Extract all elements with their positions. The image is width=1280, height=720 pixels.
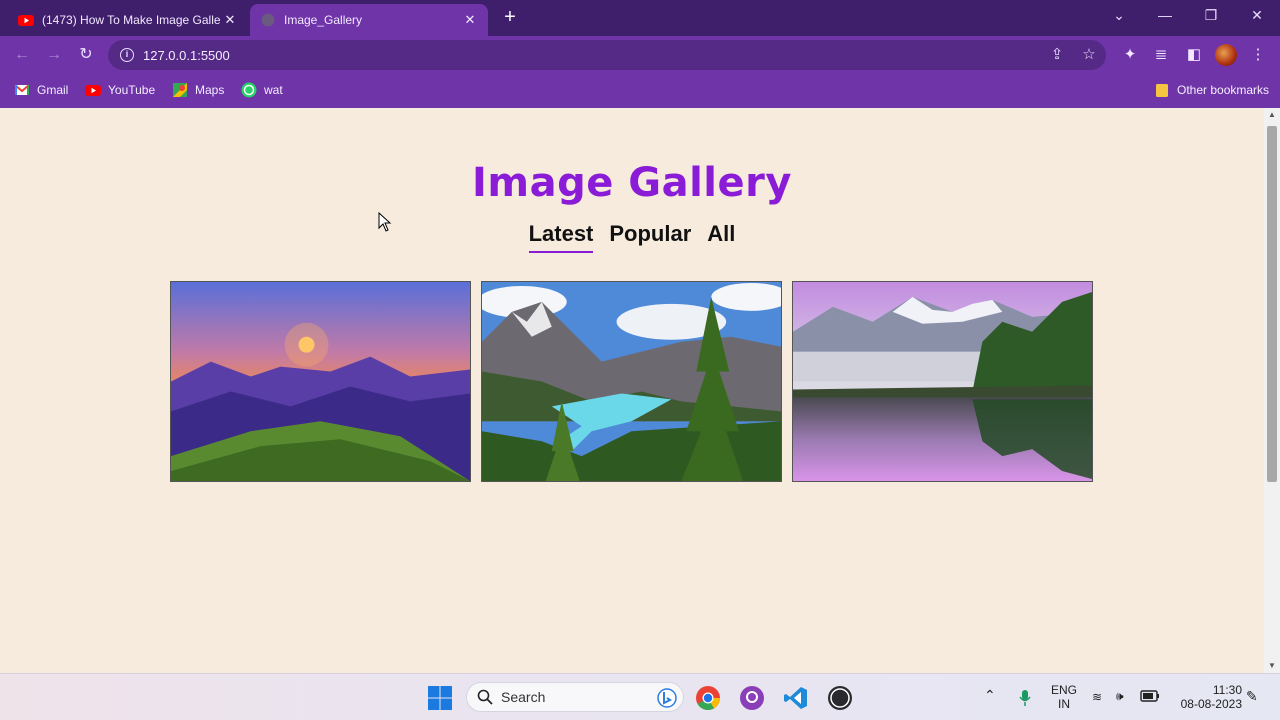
profile-avatar[interactable] [1215, 44, 1237, 66]
search-icon [477, 689, 493, 705]
region-code: IN [1058, 697, 1070, 711]
maps-icon [173, 83, 187, 97]
show-hidden-icons-icon[interactable]: ⌃ [984, 688, 996, 702]
share-icon[interactable]: ⇪ [1048, 46, 1066, 64]
search-placeholder: Search [501, 689, 546, 705]
page-content: Image Gallery Latest Popular All [0, 108, 1264, 673]
globe-icon [261, 13, 275, 27]
bookmark-gmail[interactable]: Gmail [14, 82, 68, 98]
site-info-icon[interactable]: i [120, 48, 134, 62]
tab-image-gallery[interactable]: Image_Gallery ✕ [250, 4, 488, 36]
bookmark-label: wat [264, 83, 283, 97]
taskbar-search[interactable]: Search [466, 682, 684, 712]
windows-taskbar: Search ⌃ ENG IN ≋ 🕪 11:30 08-08-2023 ✎ [0, 673, 1280, 720]
bookmark-youtube[interactable]: YouTube [85, 82, 155, 98]
other-bookmarks[interactable]: Other bookmarks [1154, 82, 1269, 98]
gallery-image-sunset[interactable] [170, 281, 471, 482]
restore-button[interactable]: ❐ [1188, 0, 1234, 32]
mouse-cursor-icon [378, 212, 392, 232]
bookmarks-bar: Gmail YouTube Maps wat Other bookmarks [0, 74, 1280, 108]
tab-title: (1473) How To Make Image Galle [42, 13, 221, 27]
forward-button[interactable]: → [42, 43, 66, 67]
browser-toolbar: ← → ↻ i 127.0.0.1:5500 ⇪ ☆ ✦ ≣ ◧ ⋮ [0, 36, 1280, 74]
bookmark-label: YouTube [108, 83, 156, 97]
youtube-icon [85, 85, 101, 96]
back-button[interactable]: ← [10, 43, 34, 67]
github-desktop-icon[interactable] [738, 684, 766, 712]
bookmark-star-icon[interactable]: ☆ [1080, 46, 1098, 64]
page-scrollbar[interactable]: ▲ ▼ [1264, 108, 1280, 673]
youtube-icon [18, 15, 34, 26]
wifi-icon[interactable]: ≋ [1092, 690, 1102, 704]
obs-icon[interactable] [826, 684, 854, 712]
bookmark-maps[interactable]: Maps [172, 82, 224, 98]
clock[interactable]: 11:30 08-08-2023 [1170, 683, 1242, 711]
folder-icon [1156, 84, 1168, 97]
filter-all[interactable]: All [707, 221, 735, 253]
tab-title: Image_Gallery [284, 13, 363, 27]
gallery-image-misty-lake[interactable] [792, 281, 1093, 482]
filter-popular[interactable]: Popular [609, 221, 691, 253]
scrollbar-thumb[interactable] [1267, 126, 1277, 482]
scroll-up-arrow[interactable]: ▲ [1264, 108, 1280, 122]
minimize-button[interactable]: — [1142, 0, 1188, 32]
menu-icon[interactable]: ⋮ [1246, 43, 1270, 67]
bookmark-wat[interactable]: wat [241, 82, 283, 98]
gallery-image-lake[interactable] [481, 281, 782, 482]
clock-date: 08-08-2023 [1180, 697, 1242, 711]
language-code: ENG [1050, 683, 1077, 697]
filter-tabs: Latest Popular All [0, 221, 1264, 253]
page-title: Image Gallery [472, 160, 792, 206]
extensions-icon[interactable]: ✦ [1118, 43, 1142, 67]
address-bar[interactable]: i 127.0.0.1:5500 ⇪ ☆ [108, 40, 1106, 70]
new-tab-button[interactable]: + [498, 6, 522, 30]
filter-latest[interactable]: Latest [528, 221, 594, 253]
chrome-icon[interactable] [694, 684, 722, 712]
close-tab-icon[interactable]: ✕ [462, 12, 478, 28]
reload-button[interactable]: ↻ [74, 43, 98, 67]
side-panel-icon[interactable]: ◧ [1182, 43, 1206, 67]
battery-icon[interactable] [1140, 689, 1160, 703]
whatsapp-icon [241, 82, 257, 98]
url-text: 127.0.0.1:5500 [143, 47, 230, 63]
bookmark-label: Maps [195, 83, 225, 97]
other-bookmarks-label: Other bookmarks [1177, 83, 1270, 97]
close-tab-icon[interactable]: ✕ [222, 12, 238, 28]
clock-time: 11:30 [1212, 683, 1242, 697]
media-control-icon[interactable]: ≣ [1149, 43, 1173, 67]
image-gallery [170, 281, 1094, 482]
tab-search-icon[interactable]: ⌄ [1096, 0, 1142, 32]
browser-tab-bar: (1473) How To Make Image Galle ✕ Image_G… [0, 0, 1280, 36]
vscode-icon[interactable] [782, 684, 810, 712]
bing-icon [657, 688, 677, 708]
bookmark-label: Gmail [37, 83, 69, 97]
close-window-button[interactable]: ✕ [1234, 0, 1280, 32]
tab-youtube[interactable]: (1473) How To Make Image Galle ✕ [8, 4, 248, 36]
windows-start-icon[interactable] [426, 684, 454, 712]
scroll-down-arrow[interactable]: ▼ [1264, 659, 1280, 673]
language-indicator[interactable]: ENG IN [1046, 683, 1082, 711]
microphone-icon[interactable] [1018, 689, 1032, 707]
gmail-icon [14, 84, 30, 95]
volume-icon[interactable]: 🕪 [1116, 689, 1124, 703]
notification-icon[interactable]: ✎ [1246, 689, 1258, 703]
